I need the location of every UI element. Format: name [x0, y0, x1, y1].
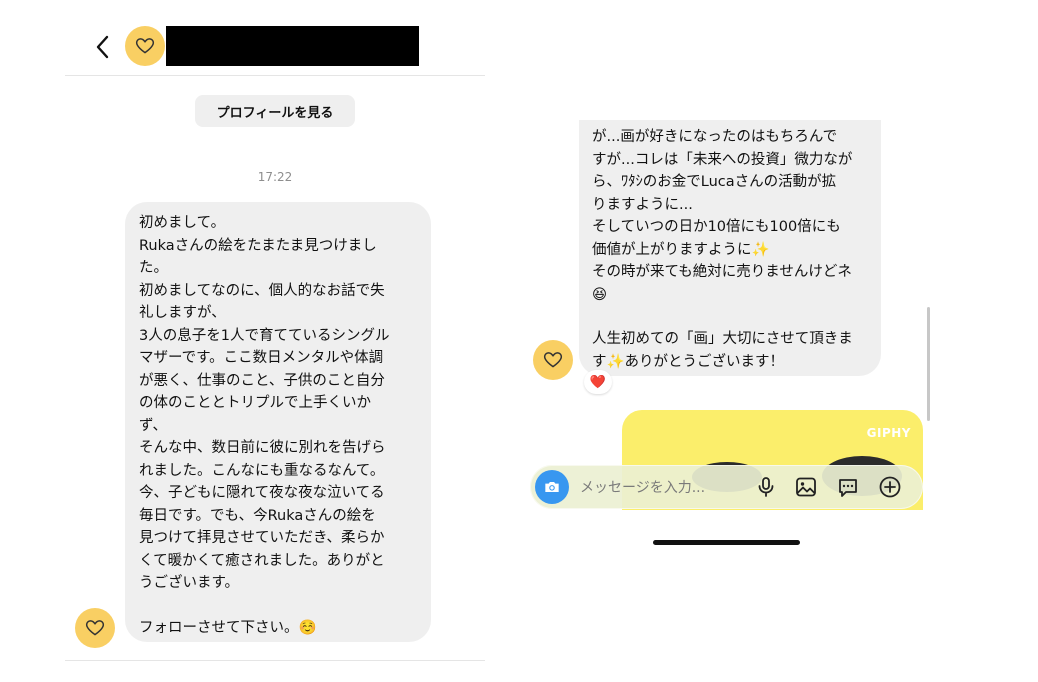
home-indicator[interactable] [653, 540, 800, 545]
message-line: 初めましてなのに、個人的なお話で失 礼しますが、 [139, 282, 385, 322]
timestamp: 17:22 [257, 170, 293, 184]
microphone-icon[interactable] [753, 474, 779, 500]
redacted-username [166, 26, 419, 66]
plus-icon[interactable] [877, 474, 903, 500]
bottom-divider [65, 660, 485, 661]
camera-icon [545, 482, 559, 492]
message-input[interactable] [578, 476, 742, 500]
avatar[interactable] [125, 26, 165, 66]
message-bubble: 初めまして。 Rukaさんの絵をたまたま見つけまし た。 初めましてなのに、個人… [125, 202, 431, 642]
sender-avatar[interactable] [533, 340, 573, 380]
sender-avatar[interactable] [75, 608, 115, 648]
back-icon[interactable] [92, 34, 114, 60]
heart-reaction[interactable]: ❤️ [584, 370, 612, 394]
message-bubble: が...画が好きになったのはもちろんで すが...コレは「未来への投資」微力なが… [579, 120, 881, 376]
message-line: Rukaさんの絵をたまたま見つけまし た。 [139, 237, 377, 277]
message-line: 初めまして。 [139, 215, 226, 231]
message-line: そんな中、数日前に彼に別れを告げら れました。こんなにも重なるなんて。 [139, 440, 386, 479]
scrollbar[interactable] [927, 307, 930, 421]
message-line: そしていつの日か10倍にも100倍にも 価値が上がりますように✨ [592, 219, 841, 258]
heart-icon [135, 38, 155, 54]
sticker-icon[interactable] [835, 474, 861, 500]
giphy-label: GIPHY [866, 426, 911, 440]
message-line: 3人の息子を1人で育てているシングル マザーです。ここ数日メンタルや体調 が悪く… [139, 327, 390, 434]
image-icon[interactable] [793, 474, 819, 500]
view-profile-button[interactable]: プロフィールを見る [195, 95, 355, 127]
header-divider [65, 75, 485, 76]
message-line: その時が来ても絶対に売りませんけどネ 😆 [592, 264, 852, 303]
camera-button[interactable] [535, 470, 569, 504]
message-line: 人生初めての「画」大切にさせて頂きま す✨ありがとうございます！ [592, 331, 853, 370]
message-line: フォローさせて下さい。☺️ [139, 619, 317, 636]
heart-icon [543, 352, 563, 368]
message-line: が...画が好きになったのはもちろんで すが...コレは「未来への投資」微力なが… [592, 129, 853, 213]
heart-icon [85, 620, 105, 636]
message-composer [530, 465, 923, 509]
message-line: 今、子どもに隠れて夜な夜な泣いてる 毎日です。でも、今Rukaさんの絵を 見つけ… [139, 485, 385, 591]
